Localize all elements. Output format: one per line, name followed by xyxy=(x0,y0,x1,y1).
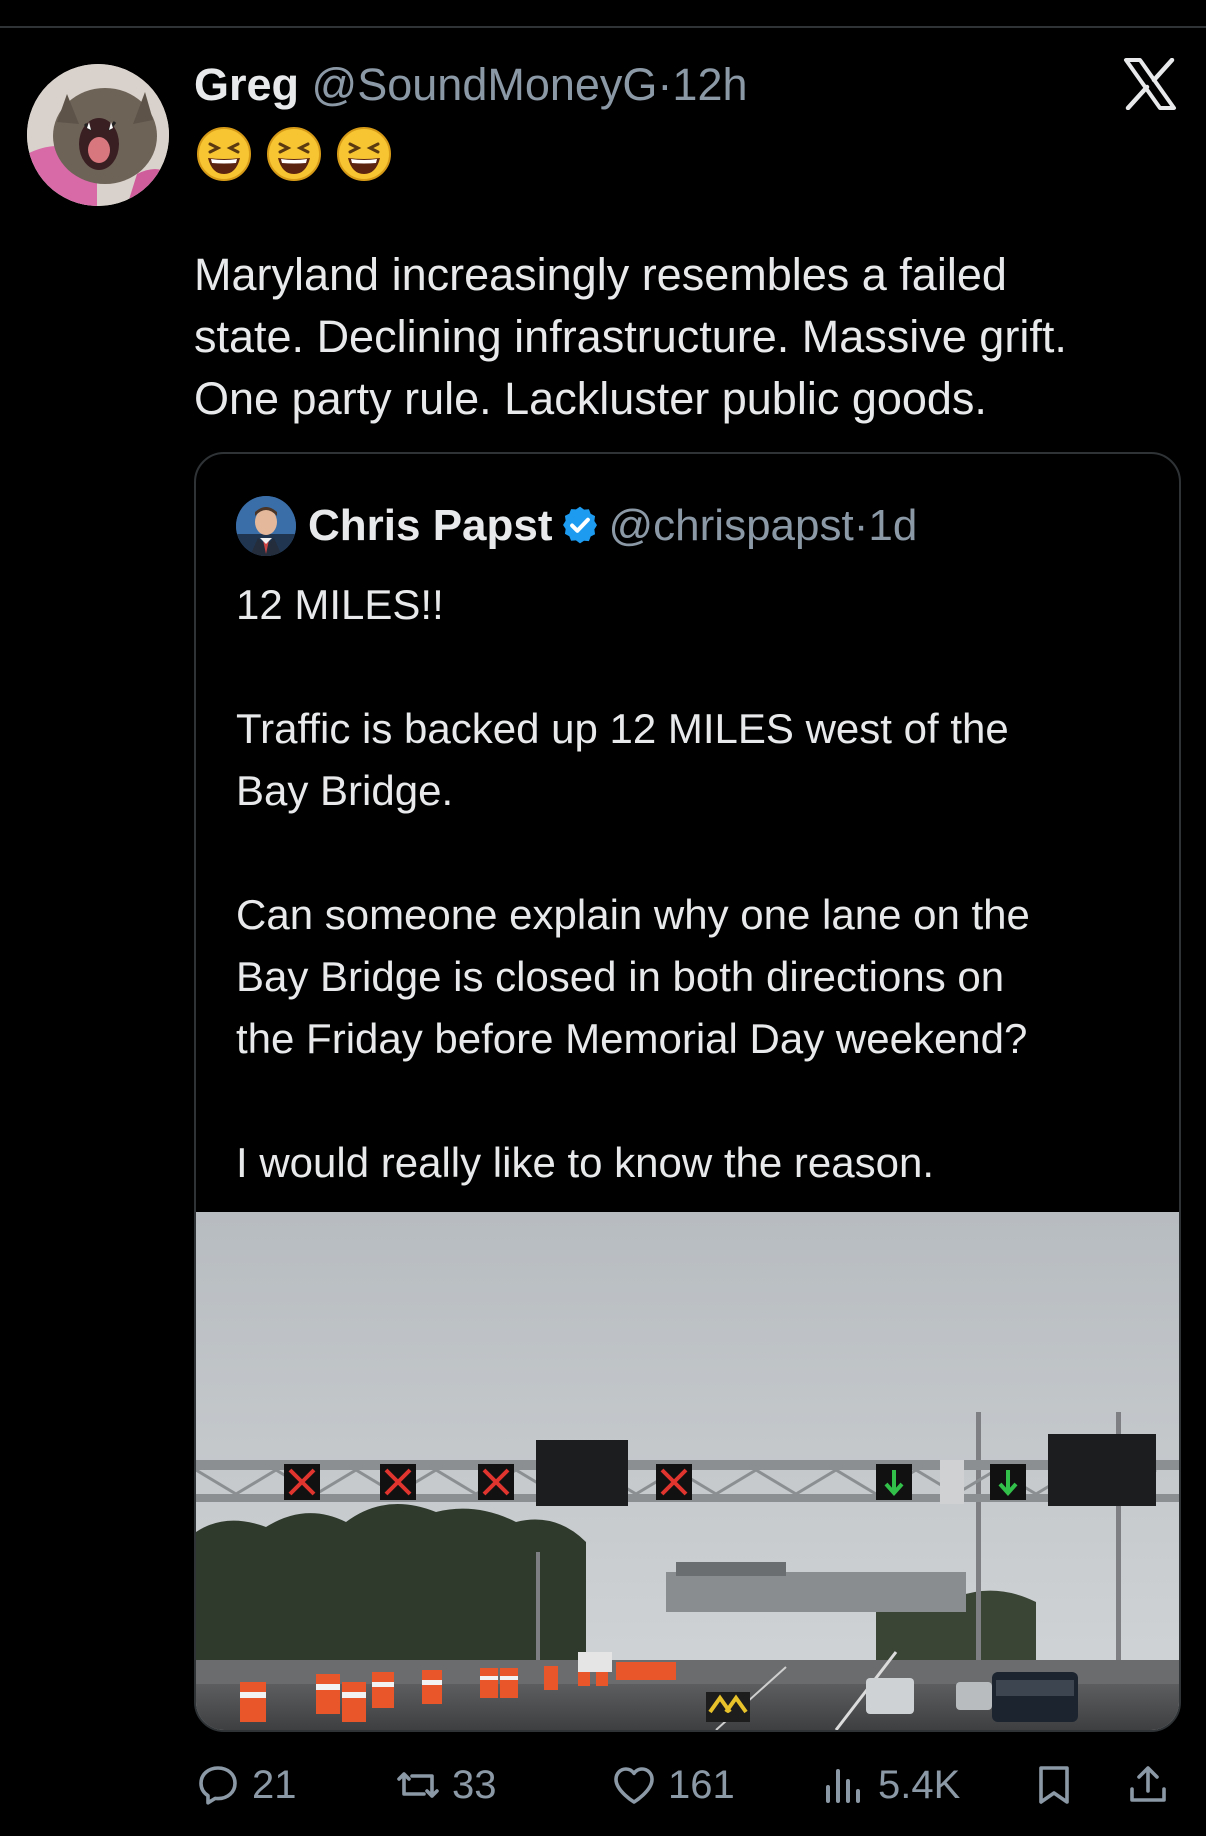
share-icon xyxy=(1130,1766,1166,1802)
x-logo-icon[interactable] xyxy=(1122,58,1178,110)
repost-icon xyxy=(397,1772,439,1798)
quoted-text-line: Bay Bridge is closed in both directions … xyxy=(236,953,1005,1000)
post-text: Maryland increasingly resembles a failed… xyxy=(194,244,1174,430)
heart-icon xyxy=(614,1767,654,1804)
post-text-line: state. Declining infrastructure. Massive… xyxy=(194,311,1067,362)
post-text-line: One party rule. Lackluster public goods. xyxy=(194,373,987,424)
quoted-author-name[interactable]: Chris Papst xyxy=(308,501,553,550)
quoted-text: 12 MILES!! Traffic is backed up 12 MILES… xyxy=(236,574,1156,1194)
like-button[interactable]: 161 xyxy=(610,1750,735,1820)
quoted-text-line: 12 MILES!! xyxy=(236,581,444,628)
view-count: 5.4K xyxy=(878,1762,961,1807)
lane-closed-x-icon xyxy=(380,1464,416,1500)
quoted-post-time[interactable]: 1d xyxy=(868,501,917,550)
bookmark-icon xyxy=(1039,1766,1069,1804)
like-count: 161 xyxy=(668,1762,735,1807)
quoted-text-line: Traffic is backed up 12 MILES west of th… xyxy=(236,705,1009,752)
reply-count: 21 xyxy=(252,1762,297,1807)
time-separator: · xyxy=(853,501,869,550)
repost-button[interactable]: 33 xyxy=(394,1750,497,1820)
lane-open-arrow-icon xyxy=(876,1464,912,1500)
quoted-author-avatar[interactable] xyxy=(236,496,296,556)
repost-count: 33 xyxy=(452,1762,497,1807)
person-avatar-image xyxy=(236,496,296,556)
reply-icon xyxy=(199,1766,237,1805)
grinning-squinting-face-icon xyxy=(337,127,391,181)
quoted-author-handle[interactable]: @chrispapst xyxy=(609,501,854,550)
author-avatar[interactable] xyxy=(27,64,169,206)
author-name[interactable]: Greg xyxy=(194,59,299,110)
post-header: Greg @SoundMoneyG·12h xyxy=(194,58,748,112)
post-time[interactable]: 12h xyxy=(672,59,747,110)
quoted-header: Chris Papst @chrispapst·1d xyxy=(308,498,917,554)
verified-badge-icon xyxy=(562,506,597,544)
action-bar: 21 33 161 5.4K xyxy=(194,1750,1179,1820)
lane-closed-x-icon xyxy=(284,1464,320,1500)
author-handle[interactable]: @SoundMoneyG xyxy=(312,59,658,110)
lane-closed-x-icon xyxy=(478,1464,514,1500)
top-divider xyxy=(0,26,1206,28)
bookmark-button[interactable] xyxy=(1030,1750,1078,1820)
post-text-line: Maryland increasingly resembles a failed xyxy=(194,249,1007,300)
quoted-text-line: the Friday before Memorial Day weekend? xyxy=(236,1015,1028,1062)
quoted-text-line: I would really like to know the reason. xyxy=(236,1139,935,1186)
analytics-icon xyxy=(826,1769,860,1803)
quoted-text-line: Can someone explain why one lane on the xyxy=(236,891,1030,938)
lane-open-arrow-icon xyxy=(990,1464,1026,1500)
reply-button[interactable]: 21 xyxy=(194,1750,297,1820)
attached-photo[interactable] xyxy=(196,1212,1179,1730)
quoted-text-line: Bay Bridge. xyxy=(236,767,454,814)
lane-closed-x-icon xyxy=(656,1464,692,1500)
grinning-squinting-face-icon xyxy=(267,127,321,181)
time-separator: · xyxy=(657,59,673,110)
emoji-line xyxy=(196,126,392,182)
cat-avatar-image xyxy=(27,64,169,206)
share-button[interactable] xyxy=(1124,1750,1172,1820)
grinning-squinting-face-icon xyxy=(197,127,251,181)
views-button[interactable]: 5.4K xyxy=(820,1750,960,1820)
quoted-post[interactable]: Chris Papst @chrispapst·1d 12 MILES!! Tr… xyxy=(194,452,1181,1732)
